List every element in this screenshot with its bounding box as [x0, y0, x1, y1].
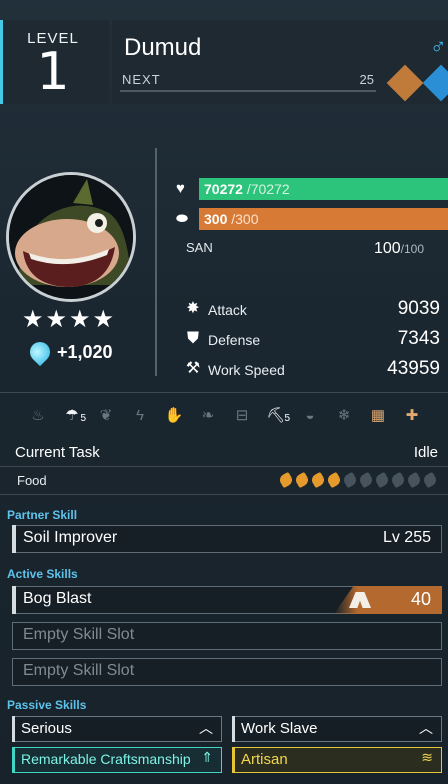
empty-skill-slot-label: Empty Skill Slot: [23, 626, 135, 643]
pal-name[interactable]: Dumud: [124, 34, 201, 62]
partner-skill-slot[interactable]: Soil Improver Lv 255: [12, 525, 442, 553]
cooling-icon[interactable]: ❄: [332, 404, 356, 428]
slot-accent: [12, 525, 16, 553]
food-pip-full: [309, 471, 327, 489]
current-task-label: Current Task: [15, 444, 100, 461]
passive-skills-title: Passive Skills: [7, 698, 87, 712]
defense-icon: ⛊: [186, 330, 199, 347]
rank-4-icon: ⇑: [201, 749, 213, 765]
food-meter: [277, 471, 440, 489]
divider: [0, 494, 448, 495]
soul-icon: [25, 337, 55, 367]
food-pip-empty: [373, 471, 391, 489]
stat-value: 7343: [397, 328, 440, 349]
lumbering-icon[interactable]: ⊟: [230, 404, 254, 428]
stat-label: Work Speed: [208, 362, 285, 378]
food-pip-empty: [357, 471, 375, 489]
hp-max: /70272: [242, 181, 290, 197]
divider: [0, 466, 448, 467]
hp-text: 70272 /70272: [204, 181, 290, 197]
pal-portrait: [6, 172, 136, 302]
gathering-icon[interactable]: ❧: [196, 404, 220, 428]
kindling-icon[interactable]: ♨: [26, 404, 50, 428]
passive-skill-1[interactable]: Serious ︿: [12, 716, 222, 742]
stat-attack: ✸ Attack 9039: [184, 298, 440, 322]
next-exp-label: NEXT: [122, 72, 161, 87]
partner-skill-title: Partner Skill: [7, 508, 78, 522]
passive-skill-2[interactable]: Work Slave ︿: [232, 716, 442, 742]
stat-value: 9039: [397, 298, 440, 319]
work-level: 5: [80, 413, 86, 424]
stat-label: Defense: [208, 332, 261, 348]
skill-power: 40: [410, 589, 431, 609]
work-speed-icon: ⚒: [185, 360, 201, 377]
passive-skill-name: Work Slave: [241, 720, 318, 737]
slot-accent: [12, 747, 15, 773]
san-value: 100/100: [300, 240, 424, 258]
passive-skill-4[interactable]: Artisan ≋: [232, 747, 442, 773]
food-pip-empty: [421, 471, 439, 489]
slot-accent: [12, 586, 16, 614]
food-pip-empty: [341, 471, 359, 489]
active-skill-slot-2[interactable]: Empty Skill Slot: [12, 622, 442, 650]
active-skill-slot-3[interactable]: Empty Skill Slot: [12, 658, 442, 686]
active-skills-title: Active Skills: [7, 567, 78, 581]
passive-skill-3[interactable]: Remarkable Craftsmanship ⇑: [12, 747, 222, 773]
sp-max: /300: [227, 211, 259, 227]
passive-skill-name: Remarkable Craftsmanship: [21, 751, 191, 767]
san-current: 100: [373, 240, 401, 257]
food-pip-full: [277, 471, 295, 489]
work-suitability-row: ♨ ☂ 5 ❦ ϟ ✋ ❧ ⊟ ⛏ 5 ◒ ❄ ▦ ✚: [14, 404, 444, 432]
sp-text: 300 /300: [204, 211, 259, 227]
mining-icon[interactable]: ⛏ 5: [264, 404, 290, 428]
stamina-icon: ⬬: [176, 210, 188, 226]
stat-defense: ⛊ Defense 7343: [184, 328, 440, 352]
heart-icon: ♥: [176, 180, 185, 197]
stat-work-speed: ⚒ Work Speed 43959: [184, 358, 440, 382]
empty-skill-slot-label: Empty Skill Slot: [23, 662, 135, 679]
active-skill-name: Bog Blast: [23, 590, 92, 607]
hp-current: 70272: [204, 181, 243, 197]
next-exp-value: 25: [359, 72, 374, 87]
food-pip-full: [293, 471, 311, 489]
stat-value: 43959: [387, 358, 440, 379]
active-skill-slot-1[interactable]: Bog Blast 40: [12, 586, 442, 614]
passive-skill-name: Artisan: [241, 751, 288, 768]
sp-current: 300: [204, 211, 228, 227]
san-max: /100: [400, 242, 424, 256]
food-label: Food: [17, 473, 47, 488]
medicine-icon[interactable]: ◒: [298, 404, 322, 428]
work-level: 5: [284, 413, 290, 424]
vertical-divider: [155, 148, 157, 376]
partner-skill-level: Lv 255: [382, 529, 431, 546]
food-pip-empty: [405, 471, 423, 489]
divider: [0, 392, 448, 393]
attack-icon: ✸: [186, 300, 200, 317]
san-label: SAN: [186, 240, 213, 255]
soul-bonus-value: +1,020: [57, 342, 113, 362]
rank-1-icon: ︿: [199, 720, 213, 736]
planting-icon[interactable]: ❦: [94, 404, 118, 428]
pal-portrait-image: [9, 175, 133, 299]
rank-stars: ★★★★: [22, 306, 117, 333]
electricity-icon[interactable]: ϟ: [128, 404, 152, 428]
farming-icon[interactable]: ✚: [400, 404, 424, 428]
male-icon: ♂: [430, 34, 447, 59]
stat-label: Attack: [208, 302, 247, 318]
partner-skill-name: Soil Improver: [23, 529, 118, 546]
current-task-value: Idle: [413, 444, 438, 461]
food-pip-empty: [389, 471, 407, 489]
watering-icon[interactable]: ☂ 5: [60, 404, 86, 428]
slot-accent: [232, 747, 235, 773]
exp-progress-bar: [120, 90, 376, 92]
rank-3-icon: ≋: [421, 749, 433, 765]
handiwork-icon[interactable]: ✋: [162, 404, 186, 428]
food-pip-full: [325, 471, 343, 489]
transporting-icon[interactable]: ▦: [366, 404, 390, 428]
slot-accent: [12, 716, 15, 742]
slot-accent: [232, 716, 235, 742]
rank-1-icon: ︿: [419, 720, 433, 736]
level-value: 1: [36, 42, 70, 102]
passive-skill-name: Serious: [21, 720, 72, 737]
